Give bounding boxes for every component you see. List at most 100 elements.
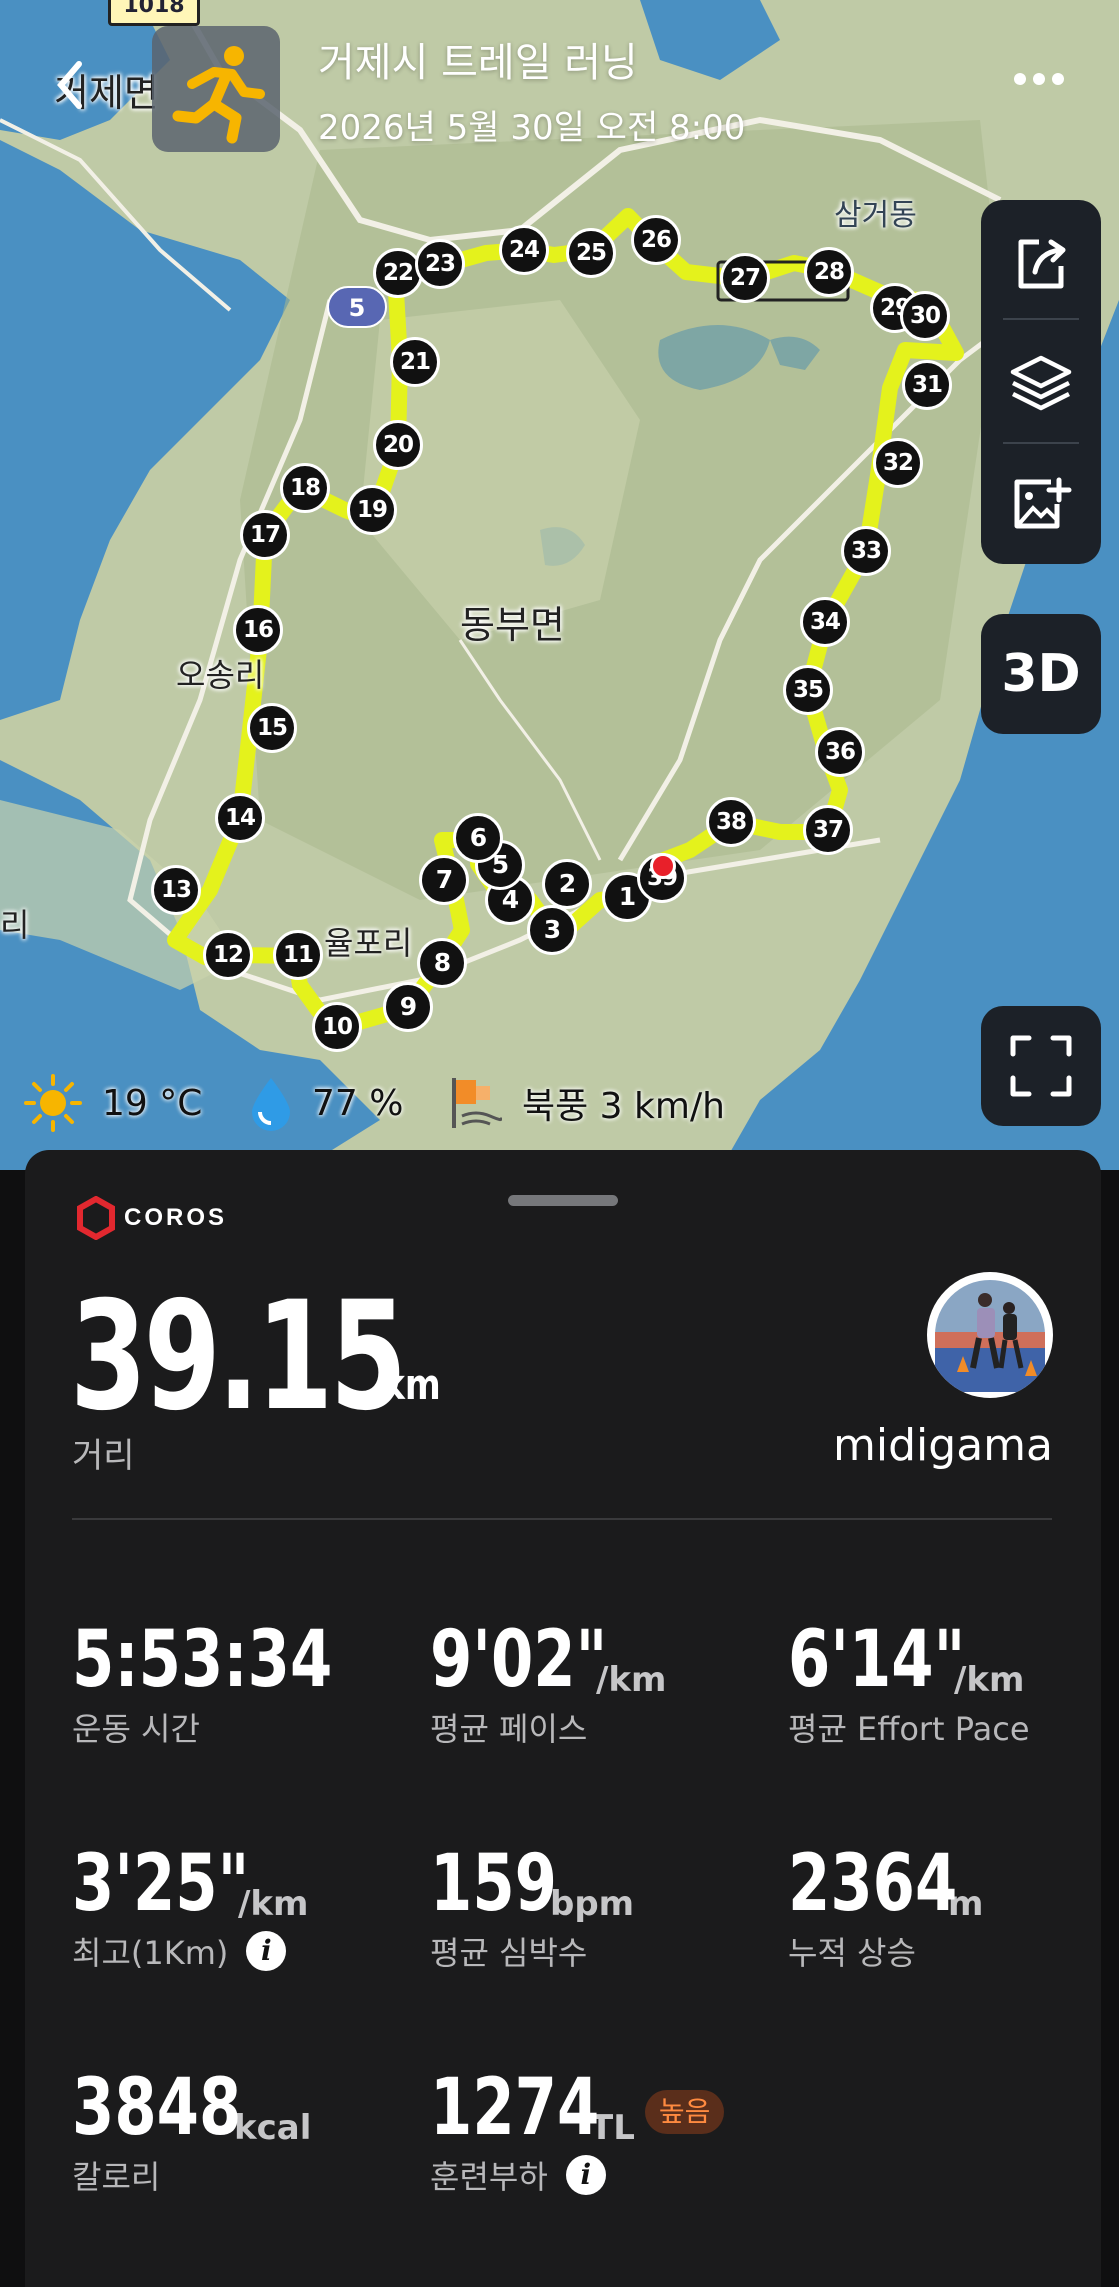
avg-pace-value: 9'02" bbox=[430, 1615, 608, 1705]
km-marker: 25 bbox=[566, 228, 616, 278]
km-marker: 6 bbox=[453, 813, 503, 863]
stat-calories: 3848 kcal 칼로리 bbox=[72, 2068, 311, 2198]
km-marker: 20 bbox=[373, 420, 423, 470]
elev-gain-label: 누적 상승 bbox=[788, 1934, 916, 1972]
map-label-edge-ri: 리 bbox=[0, 906, 30, 944]
stat-workout-time: 5:53:34 운동 시간 bbox=[72, 1620, 406, 1750]
km-marker: 10 bbox=[312, 1002, 362, 1052]
weather-temperature: 19 °C bbox=[22, 1073, 202, 1133]
km-marker: 27 bbox=[720, 253, 770, 303]
avg-hr-unit: bpm bbox=[550, 1884, 635, 1924]
best-1km-label-row: 최고(1Km) i bbox=[72, 1928, 308, 1974]
sheet-grabber[interactable] bbox=[508, 1195, 618, 1206]
route-sign: 5 bbox=[327, 286, 387, 328]
map-base bbox=[0, 0, 1119, 1170]
route-map[interactable]: 1018 5 거제면 삼거동 동부면 오송리 율포리 리 1 2 3 4 5 6 7 8 9 10… bbox=[0, 0, 1119, 1170]
start-point-marker bbox=[650, 853, 676, 879]
avg-hr-value: 159 bbox=[430, 1839, 558, 1929]
map-label-samgeo-dong: 삼거동 bbox=[834, 198, 917, 233]
brand-logo: COROS bbox=[76, 1196, 227, 1240]
layers-icon bbox=[1010, 355, 1072, 411]
avatar[interactable] bbox=[927, 1272, 1053, 1398]
distance-unit: km bbox=[382, 1360, 441, 1409]
water-drop-icon bbox=[252, 1078, 290, 1131]
km-marker: 16 bbox=[233, 605, 283, 655]
activity-title: 거제시 트레일 러닝 bbox=[318, 40, 638, 86]
humidity-value: 77 % bbox=[312, 1082, 404, 1124]
km-marker: 34 bbox=[800, 597, 850, 647]
chevron-left-icon bbox=[57, 61, 82, 109]
toolbar-separator bbox=[1003, 318, 1079, 320]
km-marker: 3 bbox=[527, 905, 577, 955]
km-marker: 28 bbox=[804, 247, 854, 297]
km-marker: 9 bbox=[383, 982, 433, 1032]
km-marker: 38 bbox=[706, 797, 756, 847]
add-photo-button[interactable] bbox=[981, 444, 1101, 564]
km-marker: 26 bbox=[631, 215, 681, 265]
km-marker: 31 bbox=[902, 360, 952, 410]
best-1km-label: 최고(1Km) bbox=[72, 1934, 229, 1972]
km-marker: 12 bbox=[203, 930, 253, 980]
info-icon[interactable]: i bbox=[565, 2155, 606, 2195]
sun-icon bbox=[24, 1074, 82, 1132]
stat-avg-hr: 159 bpm 평균 심박수 bbox=[430, 1844, 634, 1974]
layers-button[interactable] bbox=[981, 322, 1101, 442]
training-load-label-row: 훈련부하 i bbox=[430, 2152, 724, 2198]
stat-avg-effort-pace: 6'14"/km 평균 Effort Pace bbox=[788, 1620, 1030, 1750]
distance-value: 39.15 bbox=[70, 1270, 407, 1444]
km-marker: 23 bbox=[415, 239, 465, 289]
avg-pace-label: 평균 페이스 bbox=[430, 1710, 588, 1748]
map-toolbar bbox=[981, 200, 1101, 564]
km-marker: 13 bbox=[151, 865, 201, 915]
km-marker: 7 bbox=[419, 855, 469, 905]
training-load-badge: 높음 bbox=[644, 2090, 725, 2134]
km-marker: 15 bbox=[247, 703, 297, 753]
running-person-icon bbox=[172, 46, 265, 144]
share-button[interactable] bbox=[981, 204, 1101, 324]
map-label-dongbu-myeon: 동부면 bbox=[460, 603, 565, 647]
avg-effort-pace-value: 6'14" bbox=[788, 1615, 966, 1705]
temperature-value: 19 °C bbox=[102, 1082, 203, 1124]
km-marker: 2 bbox=[542, 859, 592, 909]
brand-name: COROS bbox=[124, 1204, 228, 1231]
km-marker: 36 bbox=[815, 727, 865, 777]
sport-type-badge bbox=[152, 26, 280, 152]
km-marker: 33 bbox=[841, 526, 891, 576]
km-marker: 14 bbox=[215, 793, 265, 843]
3d-toggle-button[interactable]: 3D bbox=[981, 614, 1101, 734]
km-marker: 24 bbox=[499, 225, 549, 275]
km-marker: 19 bbox=[347, 485, 397, 535]
training-load-label: 훈련부하 bbox=[430, 2158, 548, 2196]
share-icon bbox=[1018, 239, 1066, 289]
km-marker: 8 bbox=[417, 938, 467, 988]
weather-humidity: 77 % bbox=[246, 1073, 403, 1133]
fullscreen-icon bbox=[1010, 1035, 1072, 1097]
wind-value: 북풍 3 km/h bbox=[522, 1086, 725, 1127]
km-marker: 21 bbox=[390, 337, 440, 387]
km-marker: 32 bbox=[873, 438, 923, 488]
training-load-value: 1274 bbox=[430, 2063, 600, 2153]
info-icon[interactable]: i bbox=[246, 1931, 287, 1971]
avg-effort-pace-label: 평균 Effort Pace bbox=[788, 1710, 1030, 1748]
more-dots-icon bbox=[1014, 70, 1074, 89]
stat-avg-pace: 9'02"/km 평균 페이스 bbox=[430, 1620, 666, 1750]
stat-best-1km: 3'25"/km 최고(1Km) i bbox=[72, 1844, 308, 1974]
fullscreen-button[interactable] bbox=[981, 1006, 1101, 1126]
username[interactable]: midigama bbox=[833, 1420, 1053, 1471]
map-label-yulpo-ri: 율포리 bbox=[324, 924, 413, 962]
km-marker: 37 bbox=[803, 805, 853, 855]
activity-datetime: 2026년 5월 30일 오전 8:00 bbox=[318, 108, 746, 148]
calories-unit: kcal bbox=[234, 2108, 312, 2148]
stat-training-load: 1274 TL 높음 훈련부하 i bbox=[430, 2063, 725, 2198]
best-1km-value: 3'25" bbox=[72, 1839, 250, 1929]
weather-wind: 북풍 3 km/h bbox=[446, 1073, 725, 1133]
distance-label: 거리 bbox=[72, 1436, 135, 1476]
more-options-button[interactable] bbox=[1014, 70, 1074, 100]
avg-hr-label: 평균 심박수 bbox=[430, 1934, 588, 1972]
add-photo-icon bbox=[1014, 477, 1072, 529]
km-marker: 30 bbox=[900, 291, 950, 341]
map-label-osong-ri: 오송리 bbox=[176, 656, 265, 694]
coros-logo-icon bbox=[77, 1196, 115, 1240]
back-button[interactable] bbox=[55, 60, 95, 110]
km-marker: 17 bbox=[240, 510, 290, 560]
